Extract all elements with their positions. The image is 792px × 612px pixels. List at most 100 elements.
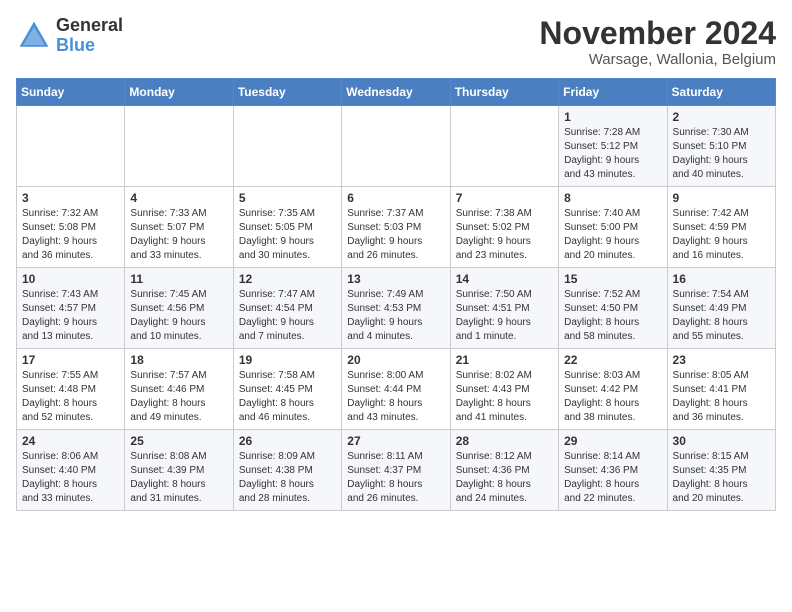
day-number: 20: [347, 353, 444, 367]
calendar-cell: 19 Sunrise: 7:58 AM Sunset: 4:45 PM Dayli…: [233, 349, 341, 430]
day-info: Sunrise: 8:06 AM Sunset: 4:40 PM Dayligh…: [22, 450, 119, 506]
day-number: 18: [130, 353, 227, 367]
weekday-header: Monday: [125, 79, 233, 106]
day-info: Sunrise: 7:37 AM Sunset: 5:03 PM Dayligh…: [347, 207, 444, 263]
day-number: 5: [239, 191, 336, 205]
day-info: Sunrise: 7:28 AM Sunset: 5:12 PM Dayligh…: [564, 126, 661, 182]
day-number: 2: [673, 110, 770, 124]
day-number: 9: [673, 191, 770, 205]
day-number: 12: [239, 272, 336, 286]
day-info: Sunrise: 7:35 AM Sunset: 5:05 PM Dayligh…: [239, 207, 336, 263]
calendar-cell: 18Sunrise: 7:57 AM Sunset: 4:46 PM Dayli…: [125, 349, 233, 430]
calendar-cell: [17, 106, 125, 187]
day-number: 21: [456, 353, 553, 367]
day-info: Sunrise: 7:42 AM Sunset: 4:59 PM Dayligh…: [673, 207, 770, 263]
day-info: Sunrise: 7:55 AM Sunset: 4:48 PM Dayligh…: [22, 369, 119, 425]
calendar-cell: [233, 106, 341, 187]
day-info: Sunrise: 8:11 AM Sunset: 4:37 PM Dayligh…: [347, 450, 444, 506]
calendar-cell: 1 Sunrise: 7:28 AM Sunset: 5:12 PM Daylig…: [559, 106, 667, 187]
day-number: 28: [456, 434, 553, 448]
day-number: 25: [130, 434, 227, 448]
calendar-cell: 16 Sunrise: 7:54 AM Sunset: 4:49 PM Dayli…: [667, 268, 775, 349]
day-info: Sunrise: 7:54 AM Sunset: 4:49 PM Dayligh…: [673, 288, 770, 344]
day-info: Sunrise: 7:52 AM Sunset: 4:50 PM Dayligh…: [564, 288, 661, 344]
day-number: 23: [673, 353, 770, 367]
day-info: Sunrise: 8:00 AM Sunset: 4:44 PM Dayligh…: [347, 369, 444, 425]
day-info: Sunrise: 7:30 AM Sunset: 5:10 PM Dayligh…: [673, 126, 770, 182]
day-number: 26: [239, 434, 336, 448]
day-info: Sunrise: 7:43 AM Sunset: 4:57 PM Dayligh…: [22, 288, 119, 344]
day-number: 10: [22, 272, 119, 286]
day-info: Sunrise: 8:02 AM Sunset: 4:43 PM Dayligh…: [456, 369, 553, 425]
calendar-cell: 7Sunrise: 7:38 AM Sunset: 5:02 PM Daylig…: [450, 187, 558, 268]
calendar-cell: 21 Sunrise: 8:02 AM Sunset: 4:43 PM Dayli…: [450, 349, 558, 430]
day-info: Sunrise: 7:40 AM Sunset: 5:00 PM Dayligh…: [564, 207, 661, 263]
calendar-cell: 22 Sunrise: 8:03 AM Sunset: 4:42 PM Dayli…: [559, 349, 667, 430]
calendar-cell: [450, 106, 558, 187]
day-number: 24: [22, 434, 119, 448]
day-number: 22: [564, 353, 661, 367]
weekday-header: Thursday: [450, 79, 558, 106]
day-info: Sunrise: 7:58 AM Sunset: 4:45 PM Dayligh…: [239, 369, 336, 425]
day-number: 27: [347, 434, 444, 448]
weekday-header: Sunday: [17, 79, 125, 106]
calendar-cell: 12 Sunrise: 7:47 AM Sunset: 4:54 PM Dayli…: [233, 268, 341, 349]
day-number: 14: [456, 272, 553, 286]
calendar-cell: [125, 106, 233, 187]
day-info: Sunrise: 7:50 AM Sunset: 4:51 PM Dayligh…: [456, 288, 553, 344]
calendar: SundayMondayTuesdayWednesdayThursdayFrid…: [16, 78, 776, 511]
day-number: 16: [673, 272, 770, 286]
month-title: November 2024: [539, 16, 776, 51]
calendar-cell: 11 Sunrise: 7:45 AM Sunset: 4:56 PM Dayli…: [125, 268, 233, 349]
day-number: 30: [673, 434, 770, 448]
calendar-cell: 15 Sunrise: 7:52 AM Sunset: 4:50 PM Dayli…: [559, 268, 667, 349]
logo-text: General Blue: [56, 16, 123, 56]
calendar-cell: 3 Sunrise: 7:32 AM Sunset: 5:08 PM Daylig…: [17, 187, 125, 268]
logo-icon: [16, 18, 52, 54]
day-number: 17: [22, 353, 119, 367]
calendar-cell: 25 Sunrise: 8:08 AM Sunset: 4:39 PM Dayli…: [125, 430, 233, 511]
day-info: Sunrise: 8:08 AM Sunset: 4:39 PM Dayligh…: [130, 450, 227, 506]
day-info: Sunrise: 8:14 AM Sunset: 4:36 PM Dayligh…: [564, 450, 661, 506]
day-info: Sunrise: 8:03 AM Sunset: 4:42 PM Dayligh…: [564, 369, 661, 425]
day-info: Sunrise: 7:49 AM Sunset: 4:53 PM Dayligh…: [347, 288, 444, 344]
location: Warsage, Wallonia, Belgium: [539, 51, 776, 68]
logo-blue: Blue: [56, 36, 123, 56]
day-number: 6: [347, 191, 444, 205]
day-info: Sunrise: 8:12 AM Sunset: 4:36 PM Dayligh…: [456, 450, 553, 506]
calendar-cell: 30 Sunrise: 8:15 AM Sunset: 4:35 PM Dayli…: [667, 430, 775, 511]
calendar-header: SundayMondayTuesdayWednesdayThursdayFrid…: [17, 79, 776, 106]
calendar-week: 24 Sunrise: 8:06 AM Sunset: 4:40 PM Dayli…: [17, 430, 776, 511]
calendar-cell: 14 Sunrise: 7:50 AM Sunset: 4:51 PM Dayli…: [450, 268, 558, 349]
day-number: 29: [564, 434, 661, 448]
day-info: Sunrise: 7:33 AM Sunset: 5:07 PM Dayligh…: [130, 207, 227, 263]
calendar-cell: 24 Sunrise: 8:06 AM Sunset: 4:40 PM Dayli…: [17, 430, 125, 511]
calendar-body: 1 Sunrise: 7:28 AM Sunset: 5:12 PM Daylig…: [17, 106, 776, 511]
calendar-cell: 29 Sunrise: 8:14 AM Sunset: 4:36 PM Dayli…: [559, 430, 667, 511]
day-number: 1: [564, 110, 661, 124]
day-info: Sunrise: 7:32 AM Sunset: 5:08 PM Dayligh…: [22, 207, 119, 263]
calendar-cell: 9 Sunrise: 7:42 AM Sunset: 4:59 PM Daylig…: [667, 187, 775, 268]
day-info: Sunrise: 8:09 AM Sunset: 4:38 PM Dayligh…: [239, 450, 336, 506]
calendar-cell: 5 Sunrise: 7:35 AM Sunset: 5:05 PM Daylig…: [233, 187, 341, 268]
weekday-header: Wednesday: [342, 79, 450, 106]
day-info: Sunrise: 7:47 AM Sunset: 4:54 PM Dayligh…: [239, 288, 336, 344]
day-info: Sunrise: 7:45 AM Sunset: 4:56 PM Dayligh…: [130, 288, 227, 344]
page-header: General Blue November 2024 Warsage, Wall…: [16, 16, 776, 68]
calendar-week: 17 Sunrise: 7:55 AM Sunset: 4:48 PM Dayli…: [17, 349, 776, 430]
calendar-week: 10 Sunrise: 7:43 AM Sunset: 4:57 PM Dayli…: [17, 268, 776, 349]
day-info: Sunrise: 8:15 AM Sunset: 4:35 PM Dayligh…: [673, 450, 770, 506]
logo: General Blue: [16, 16, 123, 56]
day-number: 13: [347, 272, 444, 286]
calendar-cell: 27 Sunrise: 8:11 AM Sunset: 4:37 PM Dayli…: [342, 430, 450, 511]
calendar-cell: 10 Sunrise: 7:43 AM Sunset: 4:57 PM Dayli…: [17, 268, 125, 349]
calendar-cell: 17 Sunrise: 7:55 AM Sunset: 4:48 PM Dayli…: [17, 349, 125, 430]
day-number: 15: [564, 272, 661, 286]
calendar-cell: 8Sunrise: 7:40 AM Sunset: 5:00 PM Daylig…: [559, 187, 667, 268]
day-number: 19: [239, 353, 336, 367]
day-number: 3: [22, 191, 119, 205]
calendar-cell: 28 Sunrise: 8:12 AM Sunset: 4:36 PM Dayli…: [450, 430, 558, 511]
day-info: Sunrise: 7:38 AM Sunset: 5:02 PM Dayligh…: [456, 207, 553, 263]
calendar-cell: 20 Sunrise: 8:00 AM Sunset: 4:44 PM Dayli…: [342, 349, 450, 430]
day-number: 11: [130, 272, 227, 286]
